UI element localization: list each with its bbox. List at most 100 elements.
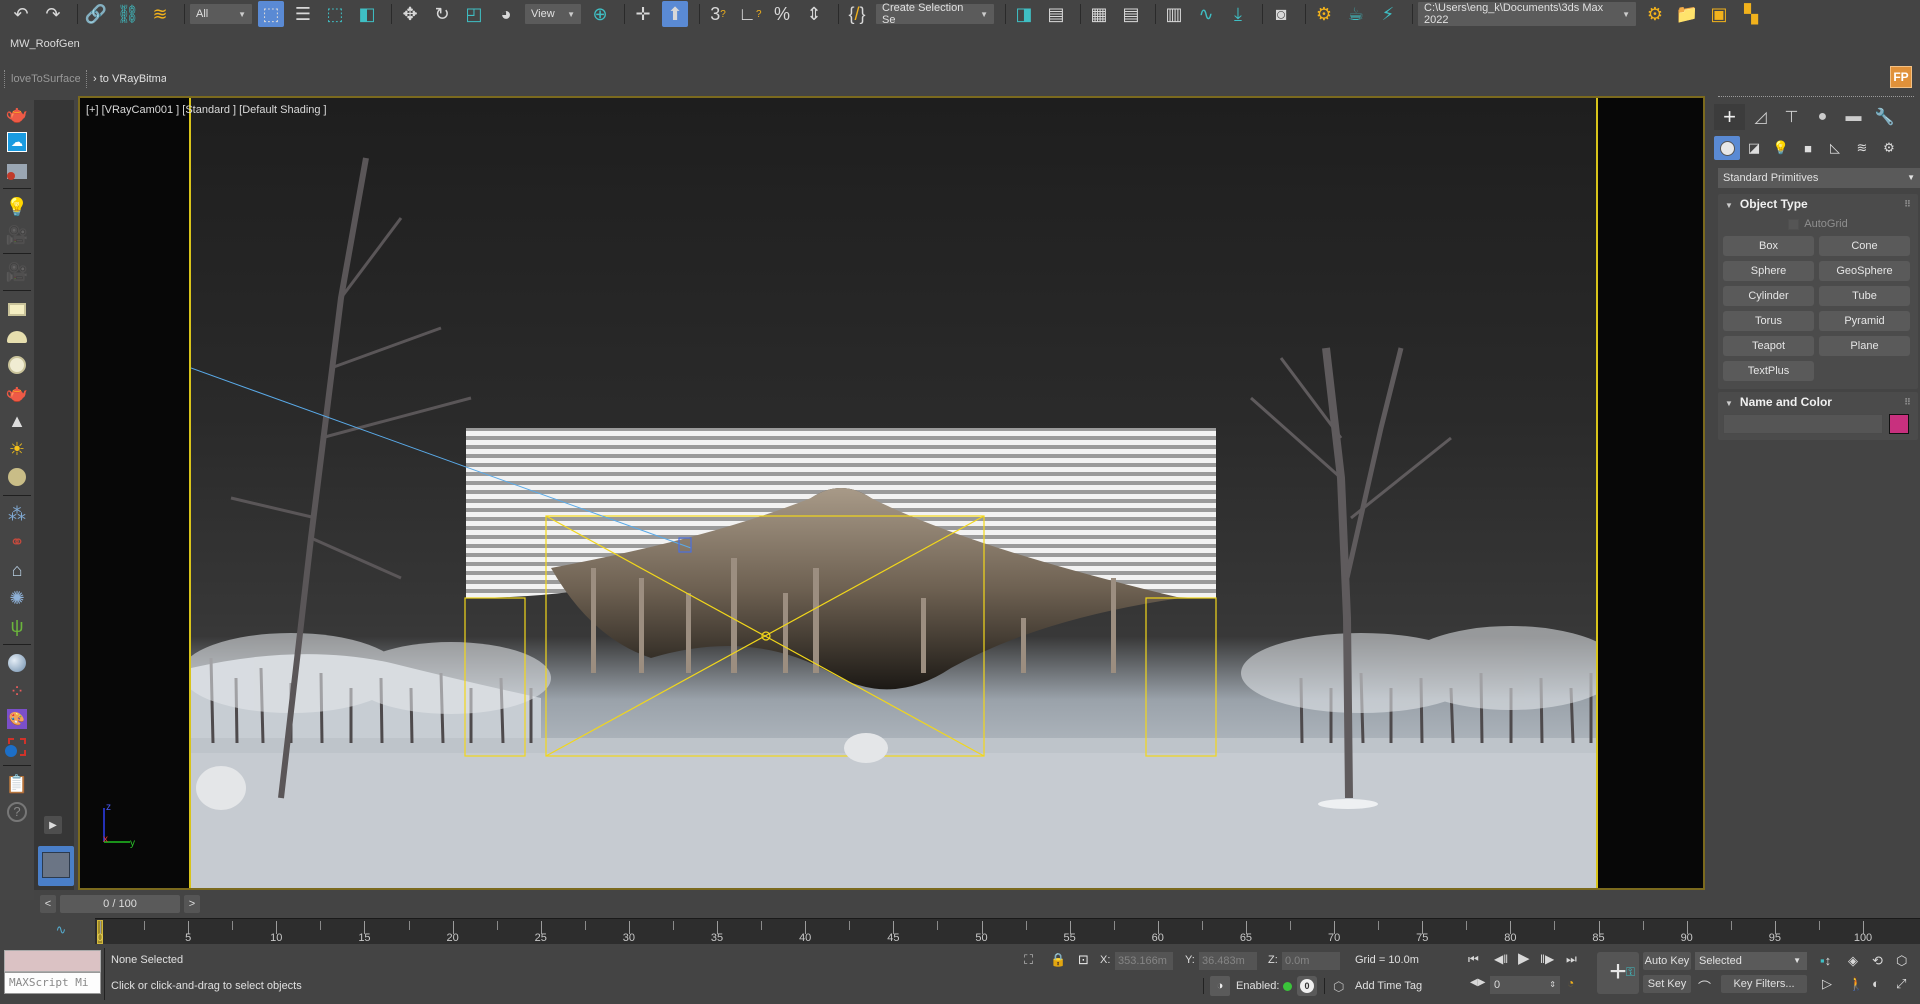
lock-icon[interactable]: 🔒 [1050,952,1066,968]
time-slider-next-button[interactable]: > [184,895,200,913]
ribbon-tab-vraybitmap[interactable]: › to VRayBitma [86,70,166,88]
named-selection-dropdown[interactable]: Create Selection Se ▼ [876,2,994,26]
name-and-color-header[interactable]: ▼ Name and Color ⠿ [1718,392,1918,412]
select-by-name-icon[interactable]: ☰ [290,1,316,27]
go-to-end-icon[interactable]: ⏭ [1566,952,1577,967]
ribbon-tab-movetosurface[interactable]: loveToSurface [4,70,80,88]
schematic-view-icon[interactable]: ⤓ [1225,1,1251,27]
category-lights[interactable]: 💡 [1768,136,1794,160]
time-configuration-icon[interactable]: ◔ [1567,976,1574,990]
keyboard-shortcut-toggle-icon[interactable]: ⬆ [662,1,688,27]
select-object-icon[interactable]: ⬚ [258,1,284,27]
material-editor-icon[interactable]: ◙ [1268,1,1294,27]
vray-palette-icon[interactable]: 🎨 [3,705,31,733]
cube-icon[interactable]: ⬡ [1333,979,1344,995]
frame-buffer-icon[interactable] [3,156,31,184]
vray-camera-icon[interactable]: 🎥 [3,258,31,286]
object-color-swatch[interactable] [1889,414,1909,434]
plane-button[interactable]: Plane [1819,336,1910,356]
viewport-label[interactable]: [+] [VRayCam001 ] [Standard ] [Default S… [86,104,327,116]
spinner-snap-icon[interactable]: ⇕ [801,1,827,27]
maximize-viewport-icon[interactable]: ⤢ [1896,976,1906,992]
reference-coord-dropdown[interactable]: View ▼ [525,4,581,24]
category-shapes[interactable]: ◪ [1741,136,1767,160]
ribbon-label[interactable]: MW_RoofGen [10,38,80,50]
next-frame-icon[interactable]: ‖▶ [1540,952,1554,966]
vray-molecule-icon[interactable]: ⚭ [3,528,31,556]
category-helpers[interactable]: ◺ [1822,136,1848,160]
maxscript-input[interactable]: MAXScript Mi [4,972,101,994]
key-mode-dropdown[interactable]: Selected ▼ [1695,952,1807,970]
set-key-button[interactable]: Set Key [1643,975,1691,993]
unlink-icon[interactable]: ⛓ [115,1,141,27]
roll-camera-icon[interactable]: ▷ [1822,976,1832,992]
category-cameras[interactable]: ■ [1795,136,1821,160]
expand-layout-button[interactable]: ▶ [44,816,62,834]
maxscript-output[interactable] [4,950,101,972]
panel-grip[interactable] [1718,96,1914,100]
grip-icon[interactable]: ⠿ [1904,194,1911,214]
orbit-camera-icon[interactable]: ⟲ [1872,953,1883,969]
light-lister-icon[interactable]: 💡 [3,193,31,221]
cone-button[interactable]: Cone [1819,236,1910,256]
rect-selection-icon[interactable]: ⬚ [322,1,348,27]
tab-motion[interactable]: ● [1807,104,1838,130]
set-keys-button[interactable]: + ⚿ [1597,952,1639,994]
vray-grass-icon[interactable]: ψ [3,612,31,640]
key-mode-toggle-icon[interactable]: ◀▶ [1470,977,1485,988]
add-time-tag[interactable]: Add Time Tag [1355,980,1422,992]
vray-plane-icon[interactable]: ⌂ [3,556,31,584]
vray-sphere-light-icon[interactable] [3,351,31,379]
enabled-count-button[interactable]: 0 [1297,976,1317,996]
spinner-arrows-icon[interactable]: ⇕ [1549,976,1556,994]
percent-snap-icon[interactable]: % [769,1,795,27]
checkbox-box[interactable] [1788,218,1800,230]
vray-ies-light-icon[interactable]: ▲ [3,407,31,435]
go-to-start-icon[interactable]: ⏮ [1468,952,1479,967]
project-structure-icon[interactable]: ▚ [1738,1,1764,27]
viewport-layout-button[interactable] [38,846,74,886]
vray-mesh-light-icon[interactable]: 🫖 [3,379,31,407]
field-of-view-icon[interactable]: ◈ [1848,953,1858,969]
z-coord-field[interactable]: 0.0m [1282,952,1340,970]
tab-hierarchy[interactable]: ⊤ [1776,104,1807,130]
window-crossing-icon[interactable]: ◧ [354,1,380,27]
create-project-icon[interactable]: ▣ [1706,1,1732,27]
curve-editor-icon[interactable]: ∿ [1193,1,1219,27]
placement-icon[interactable]: ◕ [493,1,519,27]
y-coord-field[interactable]: 36.483m [1199,952,1257,970]
layer-explorer-icon[interactable]: ▤ [1118,1,1144,27]
toggle-ribbon-icon[interactable]: ▥ [1161,1,1187,27]
sphere-button[interactable]: Sphere [1723,261,1814,281]
vray-file-icon[interactable]: 📋 [3,770,31,798]
tube-button[interactable]: Tube [1819,286,1910,306]
vray-material-sphere-icon[interactable] [3,649,31,677]
redo-icon[interactable]: ↷ [40,1,66,27]
time-slider[interactable]: < 0 / 100 > [40,895,200,913]
category-systems[interactable]: ⚙ [1876,136,1902,160]
camera-safe-frame[interactable] [189,98,1598,888]
teapot-button[interactable]: Teapot [1723,336,1814,356]
category-geometry[interactable] [1714,136,1740,160]
geosphere-button[interactable]: GeoSphere [1819,261,1910,281]
project-path-dropdown[interactable]: C:\Users\eng_k\Documents\3ds Max 2022 ▼ [1418,2,1636,26]
selection-filter-dropdown[interactable]: All ▼ [190,4,252,24]
tab-modify[interactable]: ◿ [1745,104,1776,130]
absolute-mode-icon[interactable]: ⊡ [1078,952,1089,968]
pyramid-button[interactable]: Pyramid [1819,311,1910,331]
camera-sequencer-icon[interactable]: 🎥 [3,221,31,249]
vray-proxy-icon[interactable]: ⁂ [3,500,31,528]
vray-fur-icon[interactable]: ✺ [3,584,31,612]
torus-button[interactable]: Torus [1723,311,1814,331]
autogrid-checkbox[interactable]: AutoGrid [1718,214,1918,234]
bind-space-warp-icon[interactable]: ≋ [147,1,173,27]
track-bar[interactable]: 0 5 10 15 20 25 30 35 40 45 50 55 60 65 70 75 80 85 90 95 10… [95,918,1920,944]
help-icon[interactable]: ? [3,798,31,826]
scene-explorer-icon[interactable]: ▦ [1086,1,1112,27]
mini-curve-editor-icon[interactable]: ∿ [46,920,76,940]
teapot-icon[interactable]: 🫖 [3,100,31,128]
fp-button[interactable]: FP [1890,66,1912,88]
isolate-selection-icon[interactable]: ⛶ [1024,952,1033,968]
select-manipulate-icon[interactable]: ✛ [630,1,656,27]
object-category-dropdown[interactable]: Standard Primitives ▼ [1718,168,1920,188]
